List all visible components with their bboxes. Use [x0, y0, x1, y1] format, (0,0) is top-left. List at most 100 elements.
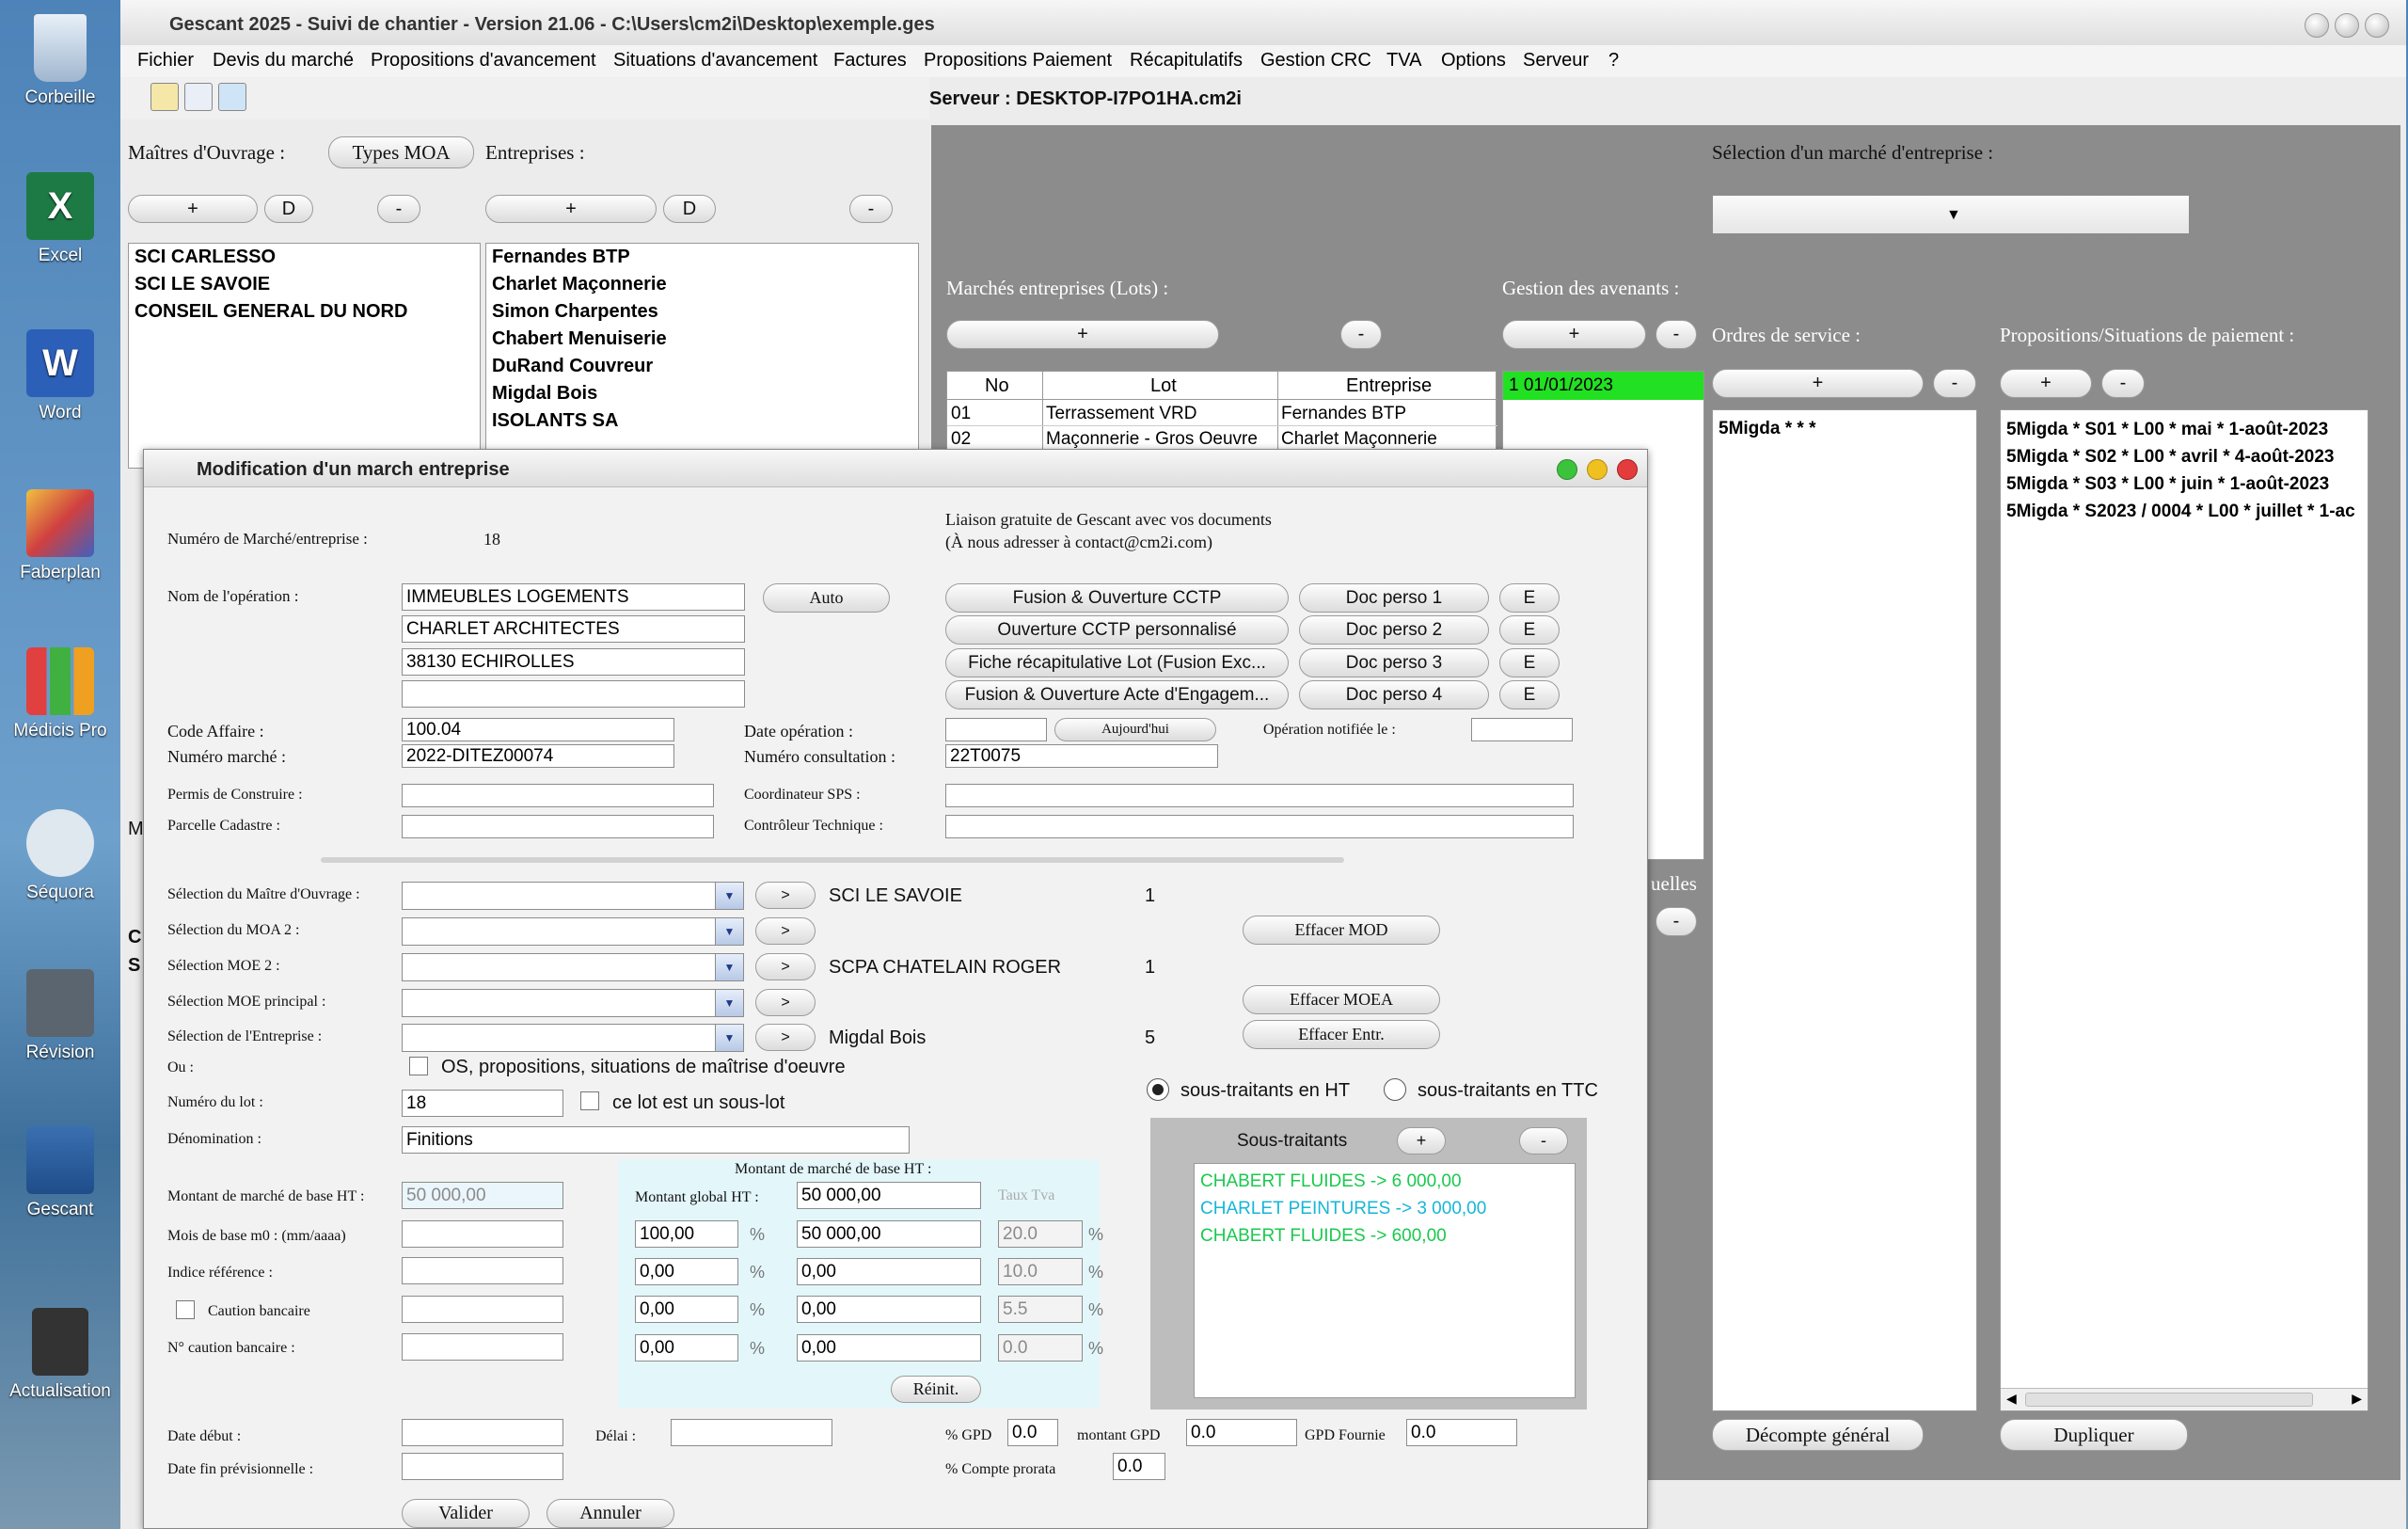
- moe-principal-select[interactable]: ▼: [402, 989, 744, 1017]
- code-affaire-input[interactable]: 100.04: [402, 718, 674, 741]
- operation-line-1[interactable]: IMMEUBLES LOGEMENTS: [402, 583, 745, 611]
- numero-consultation-input[interactable]: 22T0075: [945, 744, 1218, 768]
- fusion-cctp-button[interactable]: Fusion & Ouverture CCTP: [945, 583, 1289, 613]
- menu-devis[interactable]: Devis du marché: [213, 50, 354, 72]
- document-list-icon[interactable]: [184, 83, 213, 111]
- avenant-remove-button[interactable]: -: [1656, 320, 1697, 349]
- minimize-icon[interactable]: [2305, 13, 2329, 38]
- pct-row-3[interactable]: 0,00: [635, 1296, 738, 1323]
- ouverture-cctp-button[interactable]: Ouverture CCTP personnalisé: [945, 615, 1289, 645]
- list-item[interactable]: ISOLANTS SA: [486, 407, 918, 435]
- list-item[interactable]: CHABERT FLUIDES -> 600,00: [1195, 1222, 1575, 1250]
- operation-line-4[interactable]: [402, 680, 745, 708]
- list-item[interactable]: 5Migda * S2023 / 0004 * L00 * juillet * …: [2001, 498, 2368, 525]
- close-icon[interactable]: [2365, 13, 2389, 38]
- aujourdhui-button[interactable]: Aujourd'hui: [1054, 718, 1216, 741]
- pct-row-2[interactable]: 0,00: [635, 1258, 738, 1285]
- list-item[interactable]: Migdal Bois: [486, 380, 918, 407]
- st-add-button[interactable]: +: [1397, 1127, 1446, 1155]
- sous-traitants-list[interactable]: CHABERT FLUIDES -> 6 000,00 CHARLET PEIN…: [1194, 1163, 1576, 1398]
- desktop-icon-sequora[interactable]: Séquora: [0, 809, 120, 903]
- desktop-icon-faberplan[interactable]: Faberplan: [0, 489, 120, 583]
- effacer-moea-button[interactable]: Effacer MOEA: [1243, 985, 1440, 1014]
- list-item[interactable]: CONSEIL GENERAL DU NORD: [129, 298, 480, 326]
- menu-recapitulatifs[interactable]: Récapitulatifs: [1130, 50, 1243, 72]
- list-item[interactable]: CHARLET PEINTURES -> 3 000,00: [1195, 1195, 1575, 1222]
- table-row[interactable]: 01 Terrassement VRD Fernandes BTP: [947, 401, 1497, 426]
- propositions-list[interactable]: 5Migda * S01 * L00 * mai * 1-août-2023 5…: [2000, 409, 2368, 1411]
- moa2-apply-button[interactable]: >: [755, 917, 816, 945]
- pct-row-4[interactable]: 0,00: [635, 1334, 738, 1362]
- doc-perso-4-button[interactable]: Doc perso 4: [1299, 680, 1489, 709]
- desktop-icon-word[interactable]: W Word: [0, 329, 120, 423]
- entreprises-list[interactable]: Fernandes BTP Charlet Maçonnerie Simon C…: [485, 243, 919, 469]
- amount-row-1[interactable]: 50 000,00: [797, 1220, 981, 1248]
- entreprise-add-button[interactable]: +: [485, 195, 657, 223]
- list-item[interactable]: SCI LE SAVOIE: [129, 271, 480, 298]
- doc-perso-3-button[interactable]: Doc perso 3: [1299, 648, 1489, 677]
- reinit-button[interactable]: Réinit.: [891, 1376, 981, 1403]
- coordinateur-input[interactable]: [945, 784, 1574, 807]
- open-folder-icon[interactable]: [150, 83, 179, 111]
- parcelle-input[interactable]: [402, 815, 714, 838]
- list-item[interactable]: 5Migda * S03 * L00 * juin * 1-août-2023: [2001, 470, 2368, 498]
- st-remove-button[interactable]: -: [1519, 1127, 1568, 1155]
- ordres-list[interactable]: 5Migda * * *: [1712, 409, 1977, 1411]
- desktop-icon-corbeille[interactable]: Corbeille: [0, 14, 120, 108]
- types-moa-button[interactable]: Types MOA: [328, 136, 474, 168]
- montant-gpd-input[interactable]: 0.0: [1186, 1419, 1297, 1446]
- fiche-recap-button[interactable]: Fiche récapitulative Lot (Fusion Exc...: [945, 648, 1289, 677]
- list-item[interactable]: Simon Charpentes: [486, 298, 918, 326]
- ordre-remove-button[interactable]: -: [1933, 369, 1976, 398]
- amount-row-3[interactable]: 0,00: [797, 1296, 981, 1323]
- amount-row-4[interactable]: 0,00: [797, 1334, 981, 1362]
- list-item[interactable]: 5Migda * * *: [1713, 410, 1976, 448]
- maximize-icon[interactable]: [1557, 459, 1577, 480]
- list-item[interactable]: 5Migda * S01 * L00 * mai * 1-août-2023: [2001, 416, 2368, 443]
- numero-lot-input[interactable]: 18: [402, 1090, 563, 1117]
- proposition-remove-button[interactable]: -: [2101, 369, 2145, 398]
- horizontal-scrollbar[interactable]: ◀ ▶: [2001, 1388, 2368, 1410]
- date-operation-input[interactable]: [945, 718, 1047, 741]
- menu-propositions-paiement[interactable]: Propositions Paiement: [924, 50, 1112, 72]
- desktop-icon-gescant[interactable]: Gescant: [0, 1126, 120, 1220]
- gpd-input[interactable]: 0.0: [1007, 1419, 1058, 1446]
- radio-st-ht[interactable]: [1147, 1078, 1169, 1101]
- marche-add-button[interactable]: +: [946, 320, 1219, 349]
- mois-base-input[interactable]: [402, 1220, 563, 1248]
- amount-row-2[interactable]: 0,00: [797, 1258, 981, 1285]
- sous-lot-checkbox[interactable]: [580, 1091, 599, 1110]
- moa-list[interactable]: SCI CARLESSO SCI LE SAVOIE CONSEIL GENER…: [128, 243, 481, 469]
- maximize-icon[interactable]: [2335, 13, 2359, 38]
- montant-global-input[interactable]: 50 000,00: [797, 1182, 981, 1209]
- list-item[interactable]: SCI CARLESSO: [129, 244, 480, 271]
- menu-options[interactable]: Options: [1441, 50, 1506, 72]
- caution-checkbox[interactable]: [176, 1300, 195, 1319]
- menu-propositions-avancement[interactable]: Propositions d'avancement: [371, 50, 596, 72]
- menu-help[interactable]: ?: [1608, 50, 1619, 72]
- denomination-input[interactable]: Finitions: [402, 1126, 910, 1154]
- permis-input[interactable]: [402, 784, 714, 807]
- date-fin-input[interactable]: [402, 1453, 563, 1480]
- moe2-apply-button[interactable]: >: [755, 953, 816, 980]
- scrollbar-thumb[interactable]: [2025, 1393, 2313, 1407]
- proposition-add-button[interactable]: +: [2000, 369, 2092, 398]
- desktop-icon-revision[interactable]: Révision: [0, 969, 120, 1063]
- edit-doc-1-button[interactable]: E: [1499, 583, 1560, 613]
- menu-serveur[interactable]: Serveur: [1523, 50, 1589, 72]
- entreprise-apply-button[interactable]: >: [755, 1024, 816, 1051]
- menu-factures[interactable]: Factures: [833, 50, 907, 72]
- doc-perso-2-button[interactable]: Doc perso 2: [1299, 615, 1489, 645]
- gpd-fournie-input[interactable]: 0.0: [1406, 1419, 1517, 1446]
- moa-d-button[interactable]: D: [264, 195, 313, 223]
- ordre-add-button[interactable]: +: [1712, 369, 1924, 398]
- caution-input[interactable]: [402, 1296, 563, 1323]
- scroll-left-icon[interactable]: ◀: [2006, 1391, 2017, 1407]
- edit-doc-4-button[interactable]: E: [1499, 680, 1560, 709]
- decompte-general-button[interactable]: Décompte général: [1712, 1419, 1924, 1451]
- minimize-icon[interactable]: [1587, 459, 1608, 480]
- operation-line-2[interactable]: CHARLET ARCHITECTES: [402, 615, 745, 643]
- moe-principal-apply-button[interactable]: >: [755, 989, 816, 1016]
- scroll-right-icon[interactable]: ▶: [2352, 1391, 2362, 1407]
- entreprise-remove-button[interactable]: -: [849, 195, 893, 223]
